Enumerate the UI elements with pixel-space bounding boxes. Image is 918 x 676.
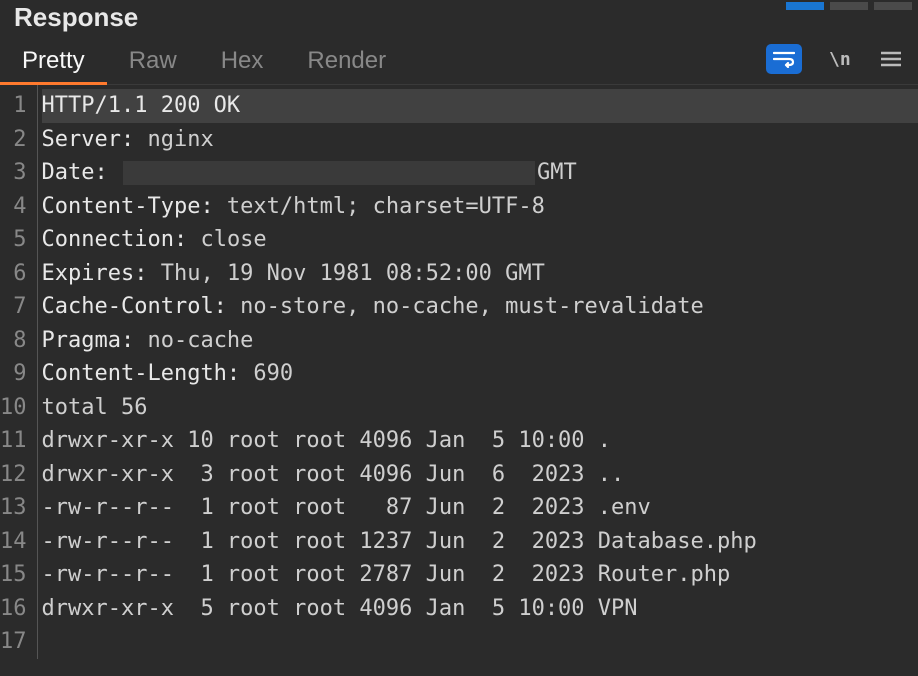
line-number: 13 [0, 491, 31, 525]
body-line: drwxr-xr-x 5 root root 4096 Jan 5 10:00 … [42, 592, 918, 626]
line-number-gutter: 1 2 3 4 5 6 7 8 9 10 11 12 13 14 15 16 1… [0, 85, 37, 659]
wrap-lines-icon[interactable] [766, 44, 802, 74]
toolbar-icons: \n [766, 44, 906, 74]
panel-title: Response [14, 2, 138, 33]
tab-render[interactable]: Render [285, 33, 408, 84]
header-line: Cache-Control: no-store, no-cache, must-… [42, 290, 918, 324]
body-line: total 56 [42, 391, 918, 425]
line-number: 6 [0, 257, 31, 291]
response-content: 1 2 3 4 5 6 7 8 9 10 11 12 13 14 15 16 1… [0, 85, 918, 659]
line-number: 16 [0, 592, 31, 626]
status-line: HTTP/1.1 200 OK [42, 89, 918, 123]
header-line: Content-Type: text/html; charset=UTF-8 [42, 190, 918, 224]
tab-list: Pretty Raw Hex Render [0, 33, 408, 84]
body-line: -rw-r--r-- 1 root root 1237 Jun 2 2023 D… [42, 525, 918, 559]
title-button-2[interactable] [830, 2, 868, 10]
line-number: 4 [0, 190, 31, 224]
line-number: 7 [0, 290, 31, 324]
tab-pretty[interactable]: Pretty [0, 33, 107, 84]
body-line: drwxr-xr-x 10 root root 4096 Jan 5 10:00… [42, 424, 918, 458]
header-line: Pragma: no-cache [42, 324, 918, 358]
line-number: 9 [0, 357, 31, 391]
body-line: -rw-r--r-- 1 root root 2787 Jun 2 2023 R… [42, 558, 918, 592]
header-line: Content-Length: 690 [42, 357, 918, 391]
redacted-block [123, 161, 535, 185]
header-line: Expires: Thu, 19 Nov 1981 08:52:00 GMT [42, 257, 918, 291]
title-button-group [786, 2, 912, 10]
code-area[interactable]: HTTP/1.1 200 OK Server: nginx Date: GMT … [37, 85, 918, 659]
body-line: drwxr-xr-x 3 root root 4096 Jun 6 2023 .… [42, 458, 918, 492]
line-number: 5 [0, 223, 31, 257]
line-number: 17 [0, 625, 31, 659]
header-line: Connection: close [42, 223, 918, 257]
menu-icon[interactable] [876, 44, 906, 74]
show-newlines-icon[interactable]: \n [824, 44, 854, 74]
header-line: Date: GMT [42, 156, 918, 190]
line-number: 10 [0, 391, 31, 425]
line-number: 15 [0, 558, 31, 592]
tab-hex[interactable]: Hex [199, 33, 286, 84]
title-button-3[interactable] [874, 2, 912, 10]
title-button-1[interactable] [786, 2, 824, 10]
line-number: 12 [0, 458, 31, 492]
svg-text:\n: \n [829, 49, 850, 70]
line-number: 3 [0, 156, 31, 190]
body-line: -rw-r--r-- 1 root root 87 Jun 2 2023 .en… [42, 491, 918, 525]
line-number: 2 [0, 123, 31, 157]
line-number: 11 [0, 424, 31, 458]
line-number: 1 [0, 89, 31, 123]
header-line: Server: nginx [42, 123, 918, 157]
line-number: 8 [0, 324, 31, 358]
tab-raw[interactable]: Raw [107, 33, 199, 84]
line-number: 14 [0, 525, 31, 559]
